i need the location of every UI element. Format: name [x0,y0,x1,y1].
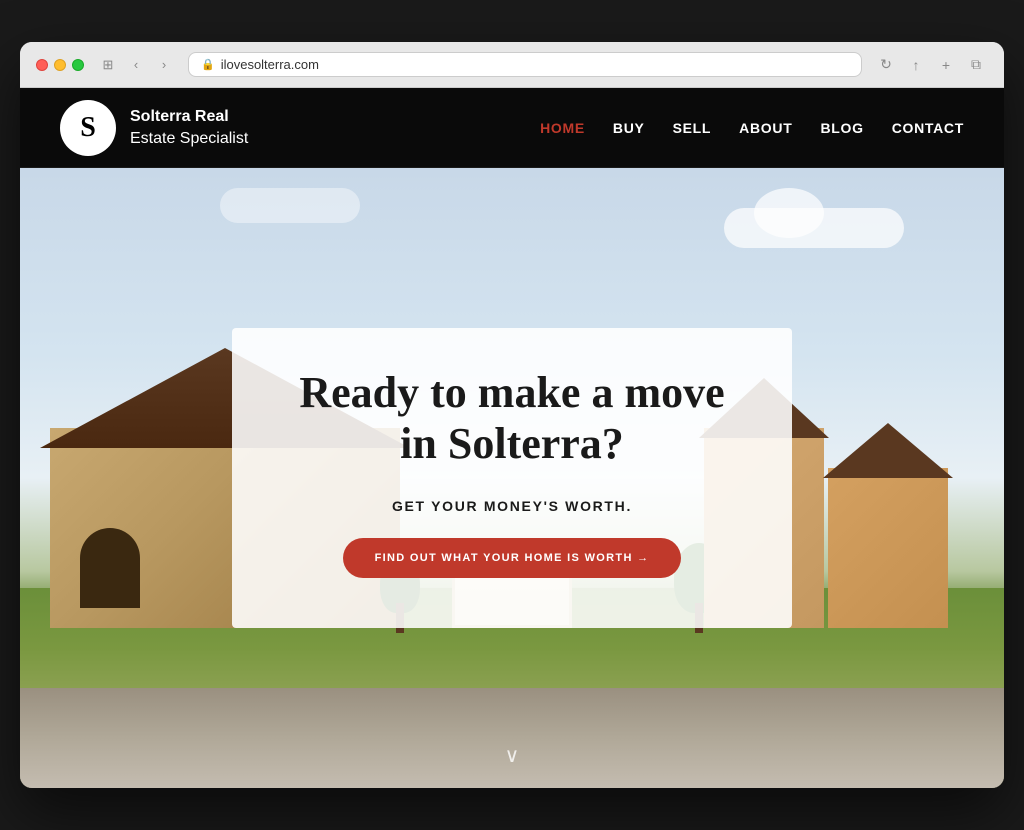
share-button[interactable]: ↑ [904,53,928,77]
forward-button[interactable]: › [152,53,176,77]
nav-sell[interactable]: SELL [673,120,712,136]
hero-subtitle: GET YOUR MONEY'S WORTH. [292,498,732,514]
browser-controls: ⊞ ‹ › [96,53,176,77]
logo-circle: S [60,100,116,156]
url-text: ilovesolterra.com [221,57,319,72]
minimize-button[interactable] [54,59,66,71]
hero-cta-button[interactable]: FIND OUT WHAT YOUR HOME IS WORTH → [343,538,682,578]
logo-line1: Solterra Real [130,108,229,125]
reload-button[interactable]: ↻ [874,53,898,77]
nav-contact[interactable]: CONTACT [892,120,964,136]
lock-icon: 🔒 [201,58,215,71]
logo-text: Solterra Real Estate Specialist [130,106,248,149]
back-button[interactable]: ‹ [124,53,148,77]
hero-overlay: Ready to make a move in Solterra? GET YO… [232,328,792,627]
scroll-indicator[interactable]: ∨ [505,743,520,768]
site-nav: HOME BUY SELL ABOUT BLOG CONTACT [540,120,964,136]
hero-road [20,688,1004,788]
maximize-button[interactable] [72,59,84,71]
nav-home[interactable]: HOME [540,120,585,136]
browser-actions: ↻ ↑ + ⧉ [874,53,988,77]
website-content: S Solterra Real Estate Specialist HOME B… [20,88,1004,788]
hero-section: Ready to make a move in Solterra? GET YO… [20,168,1004,788]
house-arch-entrance [80,528,140,608]
nav-about[interactable]: ABOUT [739,120,792,136]
new-tab-button[interactable]: + [934,53,958,77]
logo-line2: Estate Specialist [130,130,248,147]
window-grid-icon[interactable]: ⊞ [96,53,120,77]
nav-blog[interactable]: BLOG [820,120,863,136]
browser-chrome: ⊞ ‹ › 🔒 ilovesolterra.com ↻ ↑ + ⧉ [20,42,1004,88]
close-button[interactable] [36,59,48,71]
browser-window: ⊞ ‹ › 🔒 ilovesolterra.com ↻ ↑ + ⧉ S Solt… [20,42,1004,788]
traffic-lights [36,59,84,71]
cloud-1 [724,208,904,248]
logo-area: S Solterra Real Estate Specialist [60,100,248,156]
copy-button[interactable]: ⧉ [964,53,988,77]
hero-card: Ready to make a move in Solterra? GET YO… [232,328,792,627]
url-bar[interactable]: 🔒 ilovesolterra.com [188,52,862,77]
house-right-2 [828,468,948,628]
hero-title: Ready to make a move in Solterra? [292,368,732,469]
site-header: S Solterra Real Estate Specialist HOME B… [20,88,1004,168]
cloud-2 [220,188,360,223]
nav-buy[interactable]: BUY [613,120,645,136]
